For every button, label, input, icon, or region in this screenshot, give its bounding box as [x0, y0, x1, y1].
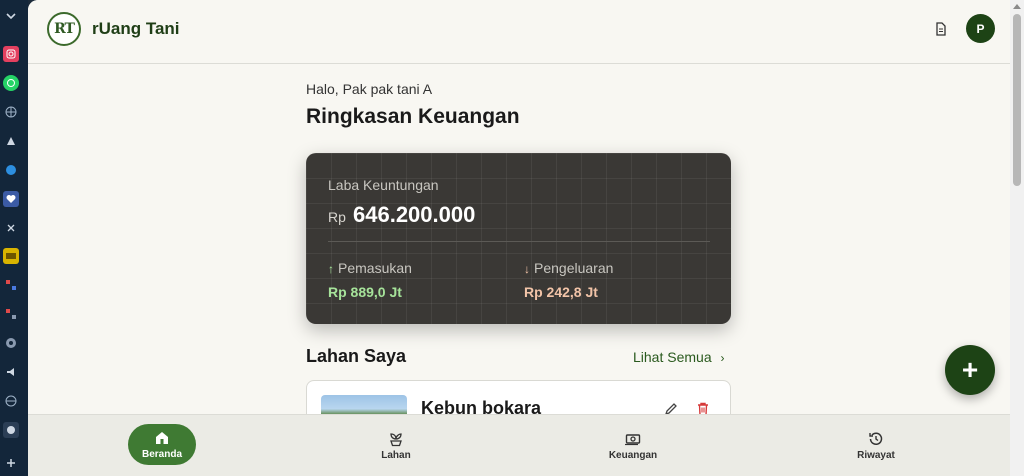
os-taskbar	[0, 0, 28, 476]
nav-label: Lahan	[381, 449, 411, 461]
finance-summary-card: Laba Keuntungan Rp 646.200.000 ↑ Pemasuka…	[306, 153, 731, 324]
active-app-icon[interactable]	[3, 422, 19, 438]
nav-item-beranda[interactable]: Beranda	[128, 424, 196, 465]
income-value: Rp 889,0 Jt	[328, 284, 402, 300]
income-label: Pemasukan	[338, 260, 412, 276]
nav-item-keuangan[interactable]: Keuangan	[600, 423, 666, 467]
app-window: RT rUang Tani P Halo, Pak pak tani A Rin…	[28, 0, 1010, 476]
profit-currency: Rp	[328, 209, 346, 225]
profit-label: Laba Keuntungan	[328, 177, 439, 193]
see-all-label: Lihat Semua	[633, 349, 712, 365]
see-all-link[interactable]: Lihat Semua ›	[633, 349, 725, 365]
add-button[interactable]: +	[945, 345, 995, 395]
expense-label-row: ↓ Pengeluaran	[524, 260, 613, 276]
avatar[interactable]: P	[966, 14, 995, 43]
globe-icon[interactable]	[3, 104, 19, 120]
apps-icon[interactable]	[3, 277, 19, 293]
heart-app-icon[interactable]	[3, 191, 19, 207]
scroll-up-arrow-icon[interactable]	[1013, 4, 1021, 9]
expense-label: Pengeluaran	[534, 260, 614, 276]
instagram-icon[interactable]	[3, 46, 19, 62]
nav-label: Beranda	[141, 449, 182, 460]
nav-item-lahan[interactable]: Lahan	[364, 423, 428, 467]
expense-value: Rp 242,8 Jt	[524, 284, 598, 300]
arrow-down-icon: ↓	[524, 262, 530, 276]
chrome-icon[interactable]	[3, 335, 19, 351]
history-icon	[869, 432, 883, 445]
nav-label: Riwayat	[857, 449, 895, 461]
chevron-right-icon: ›	[720, 351, 725, 365]
edge-icon[interactable]	[3, 162, 19, 178]
arrow-up-icon: ↑	[328, 262, 334, 276]
page-title: Ringkasan Keuangan	[306, 105, 520, 128]
nav-label: Keuangan	[608, 449, 658, 461]
folder-icon[interactable]	[3, 248, 19, 264]
money-icon	[625, 433, 641, 445]
triangle-app-icon[interactable]	[3, 133, 19, 149]
app-brand: rUang Tani	[92, 19, 180, 38]
income-label-row: ↑ Pemasukan	[328, 260, 412, 276]
apps-alt-icon[interactable]	[3, 306, 19, 322]
nav-item-riwayat[interactable]: Riwayat	[844, 423, 908, 467]
profit-value: 646.200.000	[353, 202, 476, 227]
globe-alt-icon[interactable]	[3, 393, 19, 409]
card-divider	[328, 241, 710, 242]
megaphone-icon[interactable]	[3, 364, 19, 380]
lahan-section-title: Lahan Saya	[306, 346, 407, 366]
plus-icon: +	[961, 354, 979, 385]
plant-icon	[390, 432, 402, 446]
x-app-icon[interactable]	[3, 220, 19, 236]
top-header: RT rUang Tani P	[28, 0, 1010, 64]
document-icon[interactable]	[933, 21, 949, 37]
greeting-text: Halo, Pak pak tani A	[306, 81, 433, 97]
add-icon[interactable]	[3, 455, 19, 471]
scrollbar[interactable]	[1010, 0, 1024, 476]
app-logo[interactable]: RT	[47, 12, 81, 46]
chevron-down-icon[interactable]	[3, 8, 19, 24]
bottom-navigation: Beranda Lahan Keuangan Riwayat	[28, 414, 1010, 476]
home-icon	[156, 432, 168, 444]
scroll-thumb[interactable]	[1013, 14, 1021, 186]
whatsapp-icon[interactable]	[3, 75, 19, 91]
